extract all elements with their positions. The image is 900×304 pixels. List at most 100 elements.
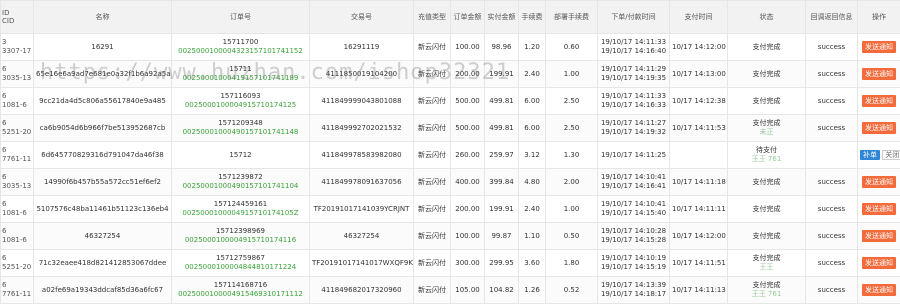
status-cell: 支付完成王王 761: [728, 277, 806, 304]
deploy-fee-cell: 2.00: [546, 169, 598, 196]
status-cell: 支付完成未正: [728, 115, 806, 142]
table-header: IDCID 名称 订单号 交易号 充值类型 订单金额 实付金额 手续费 部署手续…: [1, 1, 900, 34]
table-row: 67761-11 a02fe69a19343ddcaf85d36a6fc67 1…: [1, 277, 900, 304]
actions-cell: 补单 关闭: [858, 142, 900, 169]
status-badge: 支付完成: [730, 119, 803, 128]
status-badge: 支付完成: [730, 205, 803, 214]
fee-cell: 2.40: [519, 61, 546, 88]
send-notify-button[interactable]: 发送通知: [862, 122, 896, 134]
type-cell: 新云闪付: [414, 61, 451, 88]
send-notify-button[interactable]: 发送通知: [862, 41, 896, 53]
name-cell: a02fe69a19343ddcaf85d36a6fc67: [34, 277, 172, 304]
id-cell: 63035-13: [1, 169, 34, 196]
pay-time-cell: [670, 142, 728, 169]
fee-cell: 3.60: [519, 250, 546, 277]
send-notify-button[interactable]: 发送通知: [862, 257, 896, 269]
col-type: 充值类型: [414, 1, 451, 34]
deploy-fee-cell: 1.30: [546, 142, 598, 169]
name-cell: 9cc21da4d5c806a55617840e9a485: [34, 88, 172, 115]
order-no-cell: 1571100250001000419157101741189: [172, 61, 310, 88]
callback-cell: success: [806, 34, 858, 61]
actions-cell: 发送通知: [858, 169, 900, 196]
name-cell: 6d645770829316d791047da46f38: [34, 142, 172, 169]
order-time-cell: 19/10/17 14:11:3319/10/17 14:16:33: [598, 88, 670, 115]
pay-time-cell: 10/17 14:12:00: [670, 34, 728, 61]
amount-cell: 105.00: [451, 277, 485, 304]
amount-cell: 260.00: [451, 142, 485, 169]
type-cell: 新云闪付: [414, 223, 451, 250]
callback-cell: success: [806, 61, 858, 88]
send-notify-button[interactable]: 发送通知: [862, 284, 896, 296]
order-no-cell: 157123989690025000100004915710174116: [172, 223, 310, 250]
col-deploy-fee: 部署手续费: [546, 1, 598, 34]
table-row: 61081-6 9cc21da4d5c806a55617840e9a485 15…: [1, 88, 900, 115]
amount-cell: 200.00: [451, 196, 485, 223]
order-time-cell: 19/10/17 14:11:2919/10/17 14:19:35: [598, 61, 670, 88]
paid-cell: 199.91: [485, 196, 519, 223]
table-row: 65251-20 71c32eaee418d821412853067ddee 1…: [1, 250, 900, 277]
fee-cell: 6.00: [519, 115, 546, 142]
callback-cell: success: [806, 250, 858, 277]
supplement-button[interactable]: 补单: [860, 150, 880, 160]
col-order-no: 订单号: [172, 1, 310, 34]
name-cell: 14990f6b457b55a572cc51ef6ef2: [34, 169, 172, 196]
callback-cell: success: [806, 277, 858, 304]
close-button[interactable]: 关闭: [882, 150, 900, 160]
amount-cell: 500.00: [451, 115, 485, 142]
send-notify-button[interactable]: 发送通知: [862, 203, 896, 215]
amount-cell: 400.00: [451, 169, 485, 196]
status-badge: 支付完成: [730, 178, 803, 187]
paid-cell: 499.81: [485, 115, 519, 142]
amount-cell: 300.00: [451, 250, 485, 277]
id-cell: 65251-20: [1, 115, 34, 142]
type-cell: 新云闪付: [414, 250, 451, 277]
pay-time-cell: 10/17 14:11:11: [670, 196, 728, 223]
actions-cell: 发送通知: [858, 196, 900, 223]
fee-cell: 1.10: [519, 223, 546, 250]
fee-cell: 1.26: [519, 277, 546, 304]
callback-cell: success: [806, 88, 858, 115]
id-cell: 67761-11: [1, 277, 34, 304]
amount-cell: 100.00: [451, 223, 485, 250]
table-row: 63035-13 14990f6b457b55a572cc51ef6ef2 15…: [1, 169, 900, 196]
send-notify-button[interactable]: 发送通知: [862, 68, 896, 80]
trade-no-cell: 4111850019104200: [310, 61, 414, 88]
status-badge: 支付完成: [730, 97, 803, 106]
fee-cell: 2.40: [519, 196, 546, 223]
send-notify-button[interactable]: 发送通知: [862, 230, 896, 242]
col-paid: 实付金额: [485, 1, 519, 34]
id-cell: 63035-13: [1, 61, 34, 88]
name-cell: 46327254: [34, 223, 172, 250]
fee-cell: 1.20: [519, 34, 546, 61]
actions-cell: 发送通知: [858, 250, 900, 277]
name-cell: 65e16e6a9ad7e681e0a32f1b6a92a5a0: [34, 61, 172, 88]
trade-no-cell: 411849682017320960: [310, 277, 414, 304]
pay-time-cell: 10/17 14:11:13: [670, 277, 728, 304]
trade-no-cell: 411849978091637056: [310, 169, 414, 196]
send-notify-button[interactable]: 发送通知: [862, 95, 896, 107]
send-notify-button[interactable]: 发送通知: [862, 176, 896, 188]
order-no-cell: 157127598670025000100004844810171224: [172, 250, 310, 277]
order-time-cell: 19/10/17 14:13:3919/10/17 14:18:17: [598, 277, 670, 304]
actions-cell: 发送通知: [858, 34, 900, 61]
col-pay-time: 支付时间: [670, 1, 728, 34]
callback-cell: success: [806, 223, 858, 250]
status-cell: 支付完成: [728, 88, 806, 115]
actions-cell: 发送通知: [858, 223, 900, 250]
table-row: 63035-13 65e16e6a9ad7e681e0a32f1b6a92a5a…: [1, 61, 900, 88]
order-no-cell: 157123987200250001000490157101741104: [172, 169, 310, 196]
col-status: 状态: [728, 1, 806, 34]
paid-cell: 299.95: [485, 250, 519, 277]
type-cell: 新云闪付: [414, 34, 451, 61]
pay-time-cell: 10/17 14:13:00: [670, 61, 728, 88]
order-time-cell: 19/10/17 14:11:3319/10/17 14:16:40: [598, 34, 670, 61]
type-cell: 新云闪付: [414, 196, 451, 223]
fee-cell: 6.00: [519, 88, 546, 115]
name-cell: ca6b9054d6b966f7be513952687cb: [34, 115, 172, 142]
order-time-cell: 19/10/17 14:11:25: [598, 142, 670, 169]
table-row: 61081-6 5107576c48ba11461b51123c136eb4 1…: [1, 196, 900, 223]
id-cell: 61081-6: [1, 223, 34, 250]
status-cell: 支付完成: [728, 223, 806, 250]
order-no-cell: 1571244591610025000100004915710174105Z: [172, 196, 310, 223]
col-id: IDCID: [1, 1, 34, 34]
